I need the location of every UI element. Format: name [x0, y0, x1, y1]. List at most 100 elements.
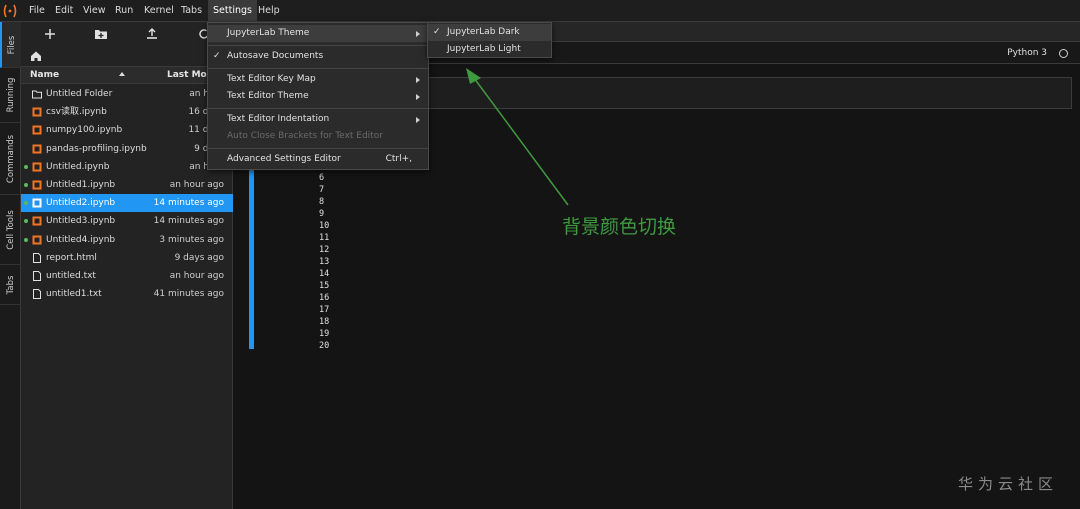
notebook-icon [32, 180, 42, 190]
file-name: Untitled3.ipynb [46, 216, 116, 227]
menu-item-label: Auto Close Brackets for Text Editor [227, 131, 383, 141]
menu-item-indentation[interactable]: Text Editor Indentation [208, 111, 428, 128]
new-folder-icon[interactable] [94, 27, 108, 41]
menu-settings[interactable]: Settings [208, 0, 257, 22]
kernel-status-icon [1059, 49, 1068, 58]
menu-run[interactable]: Run [110, 0, 138, 22]
folder-icon [32, 90, 42, 99]
notebook-icon [32, 198, 42, 208]
output-line: 7 [319, 185, 325, 195]
new-launcher-icon[interactable] [43, 27, 57, 41]
file-name: csv读取.ipynb [46, 107, 107, 118]
menu-item-label: JupyterLab Theme [227, 28, 310, 38]
menu-item-advanced-settings[interactable]: Advanced Settings Editor Ctrl+, [208, 151, 428, 168]
tab-commands-label: Commands [5, 134, 16, 183]
running-indicator-icon [24, 237, 28, 242]
file-row[interactable]: Untitled4.ipynb 3 minutes ago [21, 231, 233, 249]
annotation-text: 背景颜色切换 [562, 216, 677, 238]
running-indicator-icon [24, 183, 28, 187]
menu-item-label: JupyterLab Dark [447, 27, 520, 37]
file-row[interactable]: pandas-profiling.ipynb9 days [21, 140, 233, 158]
output-line: 13 [319, 257, 330, 267]
menu-item-theme-dark[interactable]: ✓ JupyterLab Dark [428, 24, 551, 41]
menu-item-label: Text Editor Indentation [227, 114, 330, 124]
output-line: 14 [319, 269, 330, 279]
notebook-icon [32, 125, 42, 135]
file-row[interactable]: untitled.txt an hour ago [21, 267, 233, 285]
file-row[interactable]: untitled1.txt 41 minutes ago [21, 285, 233, 303]
menu-item-jupyterlab-theme[interactable]: JupyterLab Theme [208, 25, 428, 42]
menu-item-auto-close-brackets: Auto Close Brackets for Text Editor [208, 128, 428, 145]
theme-submenu: ✓ JupyterLab Dark JupyterLab Light [427, 22, 552, 58]
file-row[interactable]: Untitled Folderan hour [21, 85, 233, 103]
submenu-arrow-icon [416, 77, 420, 83]
left-sidebar-tabs: Files Running Commands Cell Tools Tabs [0, 22, 21, 509]
jupyter-logo-icon [3, 4, 17, 18]
home-breadcrumb-icon[interactable] [29, 50, 43, 62]
menu-separator [208, 68, 428, 69]
output-line: 12 [319, 245, 330, 255]
tab-files-label: Files [6, 35, 17, 54]
file-name: Untitled2.ipynb [46, 198, 116, 209]
menu-item-theme-light[interactable]: JupyterLab Light [428, 41, 551, 58]
notebook-icon [32, 216, 42, 226]
file-name: untitled1.txt [46, 289, 102, 300]
menu-kernel[interactable]: Kernel [139, 0, 179, 22]
file-name: pandas-profiling.ipynb [46, 143, 147, 154]
file-name: Untitled.ipynb [46, 161, 110, 172]
file-modified: an hour ago [169, 271, 224, 281]
file-modified: 41 minutes ago [153, 289, 224, 300]
menu-tabs[interactable]: Tabs [176, 0, 207, 22]
file-row[interactable]: Untitled2.ipynb 14 minutes ago [21, 194, 233, 213]
file-modified: 14 minutes ago [153, 198, 224, 209]
menu-edit[interactable]: Edit [50, 0, 78, 22]
file-row[interactable]: report.html 9 days ago [21, 249, 233, 267]
file-name: Untitled4.ipynb [46, 234, 116, 245]
running-indicator-icon [24, 201, 28, 206]
file-list-header: Name Last Mod [21, 66, 233, 84]
sort-ascending-icon[interactable] [119, 72, 125, 76]
output-line: 16 [319, 293, 330, 303]
file-icon [33, 289, 41, 300]
output-line: 18 [319, 317, 330, 327]
menu-item-label: JupyterLab Light [447, 44, 521, 54]
output-line: 6 [319, 173, 325, 183]
tab-tabs[interactable]: Tabs [0, 265, 21, 305]
submenu-arrow-icon [416, 117, 420, 123]
tab-commands[interactable]: Commands [0, 123, 21, 195]
notebook-icon [32, 235, 42, 245]
menu-bar: File Edit View Run Kernel Tabs Settings … [0, 0, 1080, 22]
menu-separator [208, 108, 428, 109]
checkmark-icon: ✓ [433, 27, 441, 37]
column-name[interactable]: Name [30, 67, 59, 83]
tab-files[interactable]: Files [0, 22, 21, 68]
upload-icon[interactable] [145, 27, 159, 41]
kernel-name[interactable]: Python 3 [1007, 42, 1047, 64]
file-name: Untitled Folder [46, 89, 113, 99]
file-name: numpy100.ipynb [46, 125, 123, 136]
active-cell-indicator[interactable] [249, 167, 254, 349]
menu-item-autosave[interactable]: ✓ Autosave Documents [208, 48, 428, 65]
menu-view[interactable]: View [78, 0, 111, 22]
tab-cell-tools[interactable]: Cell Tools [0, 195, 21, 265]
file-row[interactable]: Untitled3.ipynb 14 minutes ago [21, 212, 233, 230]
file-row[interactable]: numpy100.ipynb11 days [21, 121, 233, 139]
menu-item-label: Advanced Settings Editor [227, 154, 341, 164]
watermark: 华为云社区 [958, 475, 1059, 493]
menu-item-key-map[interactable]: Text Editor Key Map [208, 71, 428, 88]
menu-help[interactable]: Help [253, 0, 285, 22]
cell-output: 6 7 8 9 10 11 12 13 14 15 16 17 18 19 20 [319, 172, 359, 352]
file-row[interactable]: Untitled1.ipynb an hour ago [21, 176, 233, 194]
submenu-arrow-icon [416, 94, 420, 100]
menu-file[interactable]: File [24, 0, 50, 22]
tab-running-label: Running [5, 77, 16, 113]
file-row[interactable]: csv读取.ipynb16 days [21, 103, 233, 121]
notebook-icon [32, 144, 42, 154]
output-line: 10 [319, 221, 330, 231]
file-row[interactable]: Untitled.ipynban hour [21, 158, 233, 176]
menu-separator [208, 45, 428, 46]
output-line: 20 [319, 341, 330, 351]
tab-running[interactable]: Running [0, 68, 21, 123]
menu-item-editor-theme[interactable]: Text Editor Theme [208, 88, 428, 105]
file-modified: 14 minutes ago [153, 216, 224, 227]
